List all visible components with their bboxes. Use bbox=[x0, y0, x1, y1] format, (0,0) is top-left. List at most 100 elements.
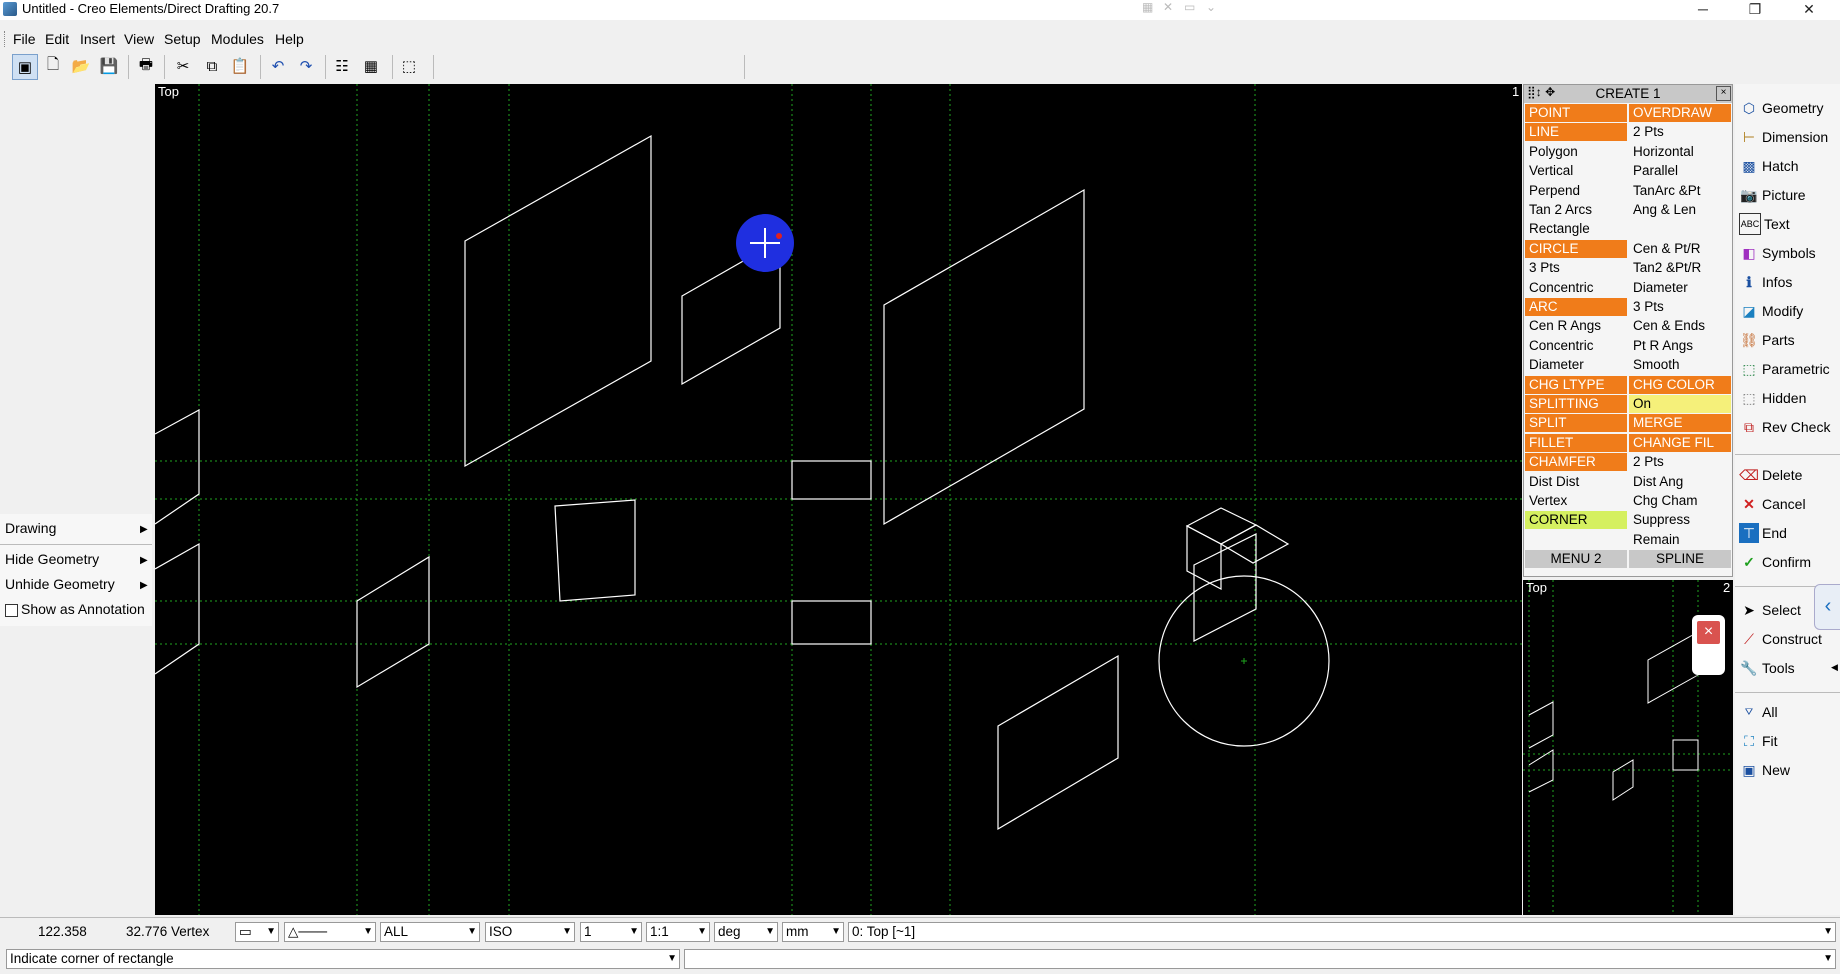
picture-button[interactable]: 📷 Picture bbox=[1739, 183, 1805, 207]
standard-dropdown[interactable]: ISO ▼ bbox=[485, 922, 575, 942]
construct-button[interactable]: ⟋ Construct bbox=[1739, 627, 1839, 651]
create-menu-cell-1-0[interactable]: LINE bbox=[1525, 123, 1627, 142]
new-file-icon[interactable]: 🗋 bbox=[41, 54, 65, 78]
create-menu-cell-0-0[interactable]: POINT bbox=[1525, 104, 1627, 122]
drawing-viewport[interactable]: Top 1 bbox=[155, 84, 1522, 915]
hidden-button[interactable]: ⬚ Hidden bbox=[1739, 386, 1806, 410]
geometry-button[interactable]: ⬡ Geometry bbox=[1739, 96, 1824, 120]
create-menu-cell-8-0[interactable]: 3 Pts bbox=[1525, 259, 1627, 277]
tools-button[interactable]: 🔧 Tools bbox=[1739, 656, 1794, 680]
create-menu-cell-7-0[interactable]: CIRCLE bbox=[1525, 239, 1627, 258]
create-menu-cell-8-1[interactable]: Tan2 &Pt/R bbox=[1629, 259, 1731, 277]
input-field[interactable]: ▼ bbox=[684, 949, 1836, 969]
create-menu-cell-5-1[interactable]: Ang & Len bbox=[1629, 201, 1731, 219]
scale-dropdown[interactable]: 1:1 ▼ bbox=[646, 922, 710, 942]
select-button[interactable]: ➤ Select bbox=[1739, 598, 1801, 622]
create-menu-cell-17-0[interactable]: FILLET bbox=[1525, 433, 1627, 452]
calculator-icon[interactable]: ▦ bbox=[359, 54, 383, 78]
create-menu-cell-23-0[interactable]: MENU 2 bbox=[1525, 550, 1627, 569]
line-tool-buttons[interactable] bbox=[444, 54, 732, 80]
create-menu-cell-11-1[interactable]: Cen & Ends bbox=[1629, 317, 1731, 335]
modify-button[interactable]: ◪ Modify bbox=[1739, 299, 1803, 323]
symbols-button[interactable]: ◧ Symbols bbox=[1739, 241, 1815, 265]
create-menu-cell-10-1[interactable]: 3 Pts bbox=[1629, 298, 1731, 316]
create-menu-cell-18-1[interactable]: 2 Pts bbox=[1629, 453, 1731, 471]
monitor-icon[interactable]: ▭ bbox=[1184, 0, 1195, 14]
cut-icon[interactable]: ✂ bbox=[171, 54, 195, 78]
save-icon[interactable]: 💾 bbox=[97, 54, 121, 78]
drawing-item[interactable]: Drawing bbox=[5, 520, 56, 536]
create-menu-cell-18-0[interactable]: CHAMFER bbox=[1525, 453, 1627, 472]
redo-icon[interactable]: ↷ bbox=[294, 54, 318, 78]
create-menu-cell-3-1[interactable]: Parallel bbox=[1629, 162, 1731, 180]
scale-number-dropdown[interactable]: 1 ▼ bbox=[580, 922, 642, 942]
view-dropdown[interactable]: 0: Top [~1] ▼ bbox=[848, 922, 1836, 942]
restore-button[interactable]: ❐ bbox=[1732, 0, 1778, 20]
delete-button[interactable]: ⌫ Delete bbox=[1739, 463, 1802, 487]
create-menu-cell-1-1[interactable]: 2 Pts bbox=[1629, 123, 1731, 141]
create-menu-cell-12-0[interactable]: Concentric bbox=[1525, 337, 1627, 355]
menu-insert[interactable]: Insert bbox=[80, 31, 115, 47]
circle-tool-buttons[interactable] bbox=[748, 54, 978, 80]
hide-geometry-item[interactable]: Hide Geometry bbox=[5, 551, 99, 567]
open-folder-icon[interactable]: 📂 bbox=[69, 54, 93, 78]
workspace-icon[interactable]: ▣ bbox=[12, 54, 38, 80]
cancel-button[interactable]: ✕ Cancel bbox=[1739, 492, 1805, 516]
chevron-down-icon[interactable]: ⌄ bbox=[1206, 0, 1216, 14]
create-menu-cell-23-1[interactable]: SPLINE bbox=[1629, 550, 1731, 569]
create-menu-cell-6-0[interactable]: Rectangle bbox=[1525, 220, 1627, 238]
select-box-icon[interactable]: ⬚ bbox=[397, 54, 421, 78]
print-icon[interactable]: 🖶 bbox=[134, 54, 158, 78]
create-menu-cell-13-1[interactable]: Smooth bbox=[1629, 356, 1731, 374]
create-menu-cell-20-1[interactable]: Chg Cham bbox=[1629, 492, 1731, 510]
dimension-button[interactable]: ⊢ Dimension bbox=[1739, 125, 1828, 149]
menu-modules[interactable]: Modules bbox=[211, 31, 264, 47]
collapse-panel-icon[interactable]: ‹ bbox=[1814, 584, 1840, 630]
fit-button[interactable]: ⛶ Fit bbox=[1739, 729, 1777, 753]
table-icon[interactable]: ☷ bbox=[330, 54, 354, 78]
create-menu-cell-13-0[interactable]: Diameter bbox=[1525, 356, 1627, 374]
menu-setup[interactable]: Setup bbox=[164, 31, 201, 47]
menu-edit[interactable]: Edit bbox=[45, 31, 69, 47]
copy-icon[interactable]: ⧉ bbox=[200, 54, 224, 78]
create-menu-cell-21-1[interactable]: Suppress bbox=[1629, 511, 1731, 529]
create-menu-cell-9-1[interactable]: Diameter bbox=[1629, 279, 1731, 297]
create-menu-cell-11-0[interactable]: Cen R Angs bbox=[1525, 317, 1627, 335]
create-menu-cell-4-1[interactable]: TanArc &Pt bbox=[1629, 182, 1731, 200]
show-annotation-checkbox[interactable] bbox=[5, 604, 18, 617]
create-menu-cell-22-1[interactable]: Remain bbox=[1629, 531, 1731, 549]
create-menu-cell-2-1[interactable]: Horizontal bbox=[1629, 143, 1731, 161]
menu-file[interactable]: File bbox=[13, 31, 36, 47]
create-menu-cell-21-0[interactable]: CORNER bbox=[1525, 511, 1627, 530]
parametric-button[interactable]: ⬚ Parametric bbox=[1739, 357, 1829, 381]
paste-icon[interactable]: 📋 bbox=[228, 54, 252, 78]
menu-view[interactable]: View bbox=[124, 31, 154, 47]
angle-unit-dropdown[interactable]: deg ▼ bbox=[714, 922, 778, 942]
create-menu-cell-15-0[interactable]: SPLITTING bbox=[1525, 395, 1627, 413]
create-menu-cell-7-1[interactable]: Cen & Pt/R bbox=[1629, 240, 1731, 258]
snap-icon[interactable]: ▦ bbox=[1142, 0, 1153, 14]
hatch-button[interactable]: ▩ Hatch bbox=[1739, 154, 1798, 178]
create-menu-cell-0-1[interactable]: OVERDRAW bbox=[1629, 104, 1731, 122]
prompt-field[interactable]: Indicate corner of rectangle ▼ bbox=[6, 949, 680, 969]
close-menu-icon[interactable]: × bbox=[1716, 86, 1731, 101]
create-menu-cell-19-0[interactable]: Dist Dist bbox=[1525, 473, 1627, 491]
text-button[interactable]: ABC Text bbox=[1739, 212, 1790, 236]
layer-dropdown[interactable]: ALL ▼ bbox=[380, 922, 480, 942]
unhide-geometry-item[interactable]: Unhide Geometry bbox=[5, 576, 115, 592]
create-menu-cell-12-1[interactable]: Pt R Angs bbox=[1629, 337, 1731, 355]
create-menu-cell-17-1[interactable]: CHANGE FIL bbox=[1629, 433, 1731, 452]
line-type-dropdown[interactable]: △─── ▼ bbox=[284, 922, 376, 942]
minimize-button[interactable]: ─ bbox=[1680, 0, 1726, 20]
confirm-button[interactable]: ✓ Confirm bbox=[1739, 550, 1811, 574]
create-menu-cell-10-0[interactable]: ARC bbox=[1525, 298, 1627, 316]
create-menu-cell-9-0[interactable]: Concentric bbox=[1525, 279, 1627, 297]
create-menu-cell-2-0[interactable]: Polygon bbox=[1525, 143, 1627, 161]
popup-close-button[interactable]: × bbox=[1697, 621, 1720, 644]
line-style-dropdown[interactable]: ▭ ▼ bbox=[235, 922, 279, 942]
undo-icon[interactable]: ↶ bbox=[266, 54, 290, 78]
create-menu-cell-4-0[interactable]: Perpend bbox=[1525, 182, 1627, 200]
view-all-button[interactable]: ⛛ All bbox=[1739, 700, 1778, 724]
create-menu-cell-20-0[interactable]: Vertex bbox=[1525, 492, 1627, 510]
infos-button[interactable]: ℹ Infos bbox=[1739, 270, 1792, 294]
